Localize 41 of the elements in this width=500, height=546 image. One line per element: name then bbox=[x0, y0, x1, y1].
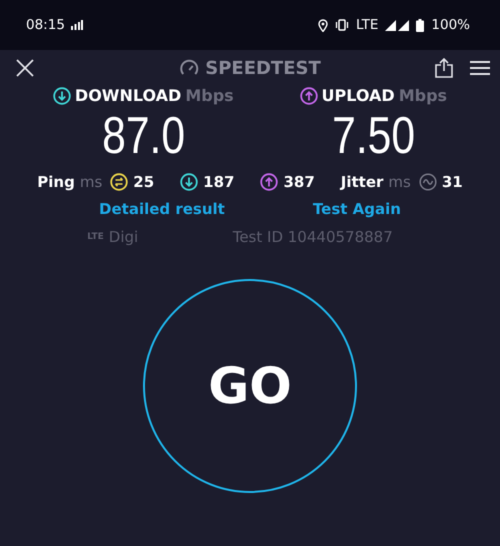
arrow-down-circle-icon bbox=[180, 173, 198, 191]
speed-value: 7.50 bbox=[332, 106, 415, 167]
menu-button[interactable] bbox=[468, 58, 492, 78]
share-icon bbox=[434, 58, 454, 78]
share-button[interactable] bbox=[432, 56, 456, 80]
battery-icon bbox=[416, 18, 424, 32]
result-label: DOWNLOAD bbox=[74, 86, 182, 105]
app-title: SPEEDTEST bbox=[205, 58, 321, 78]
arrow-down-circle-icon bbox=[52, 86, 71, 104]
unit-label: Mbps bbox=[185, 86, 234, 105]
signal-icon bbox=[70, 20, 83, 30]
stat-label: Ping bbox=[37, 173, 75, 191]
vibrate-icon bbox=[334, 19, 349, 31]
arrow-up-circle-icon bbox=[260, 173, 278, 191]
gauge-icon bbox=[179, 59, 200, 77]
go-button[interactable]: GO bbox=[143, 279, 357, 493]
link[interactable]: Detailed result bbox=[99, 200, 225, 218]
close-icon bbox=[16, 59, 34, 77]
clock: 08:15 bbox=[26, 17, 65, 33]
wave-circle-icon bbox=[418, 173, 437, 191]
stat-value: 31 bbox=[442, 173, 463, 191]
menu-icon bbox=[470, 60, 490, 76]
network-type: LTE bbox=[356, 17, 378, 33]
unit-label: Mbps bbox=[398, 86, 448, 105]
stat-value: 25 bbox=[133, 173, 154, 191]
stat-label: Jitter bbox=[340, 173, 384, 191]
location-icon bbox=[318, 18, 328, 32]
stat-value: 387 bbox=[283, 173, 315, 191]
unit-label: ms bbox=[388, 173, 411, 191]
network-type: LTE bbox=[87, 232, 104, 242]
battery-level: 100% bbox=[431, 17, 470, 33]
speed-value: 87.0 bbox=[102, 106, 185, 167]
unit-label: ms bbox=[80, 173, 102, 191]
signal-icon bbox=[385, 19, 410, 31]
test-id: Test ID 10440578887 bbox=[232, 228, 393, 246]
result-label: UPLOAD bbox=[322, 86, 395, 105]
close-button[interactable] bbox=[14, 57, 36, 79]
stat-value: 187 bbox=[203, 173, 234, 191]
provider-name: Digi bbox=[108, 228, 138, 246]
link[interactable]: Test Again bbox=[312, 200, 401, 218]
arrow-up-circle-icon bbox=[300, 86, 318, 104]
